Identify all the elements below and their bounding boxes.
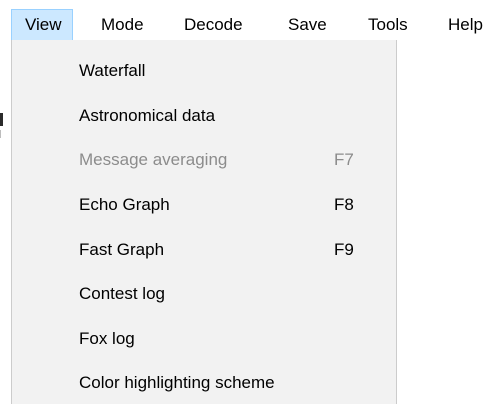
view-dropdown-menu: Waterfall Astronomical data Message aver… — [11, 40, 397, 404]
menu-item-label: Astronomical data — [79, 106, 216, 125]
menu-item-contest-log[interactable]: Contest log — [12, 274, 396, 314]
menu-item-shortcut: F7 — [334, 150, 354, 169]
menu-bar: View Mode Decode Save Tools Help — [0, 0, 497, 41]
menu-item-message-averaging: Message averaging F7 — [12, 140, 396, 180]
menu-tools[interactable]: Tools — [368, 9, 408, 41]
menu-item-label: Fox log — [79, 329, 135, 348]
menu-decode[interactable]: Decode — [184, 9, 243, 41]
menu-item-label: Message averaging — [79, 150, 228, 169]
menu-item-shortcut: F9 — [334, 240, 354, 259]
menu-item-astronomical-data[interactable]: Astronomical data — [12, 96, 396, 136]
background-window-edge-line — [0, 130, 1, 138]
menu-item-label: Fast Graph — [79, 240, 165, 259]
menu-mode[interactable]: Mode — [101, 9, 144, 41]
menu-item-waterfall[interactable]: Waterfall — [12, 51, 396, 91]
menu-item-color-highlighting-scheme[interactable]: Color highlighting scheme — [12, 363, 396, 403]
menu-item-label: Echo Graph — [79, 195, 170, 214]
background-window-edge — [0, 113, 3, 126]
menu-item-fast-graph[interactable]: Fast Graph F9 — [12, 230, 396, 270]
menu-item-label: Color highlighting scheme — [79, 373, 275, 392]
menu-item-label: Contest log — [79, 284, 165, 303]
menu-item-shortcut: F8 — [334, 195, 354, 214]
menu-item-echo-graph[interactable]: Echo Graph F8 — [12, 185, 396, 225]
menu-help[interactable]: Help — [448, 9, 483, 41]
menu-item-label: Waterfall — [79, 61, 146, 80]
menu-view[interactable]: View — [11, 9, 73, 41]
menu-save[interactable]: Save — [288, 9, 327, 41]
menu-item-fox-log[interactable]: Fox log — [12, 319, 396, 359]
app-window: { "menubar": { "items": ["View", "Mode",… — [0, 0, 497, 404]
